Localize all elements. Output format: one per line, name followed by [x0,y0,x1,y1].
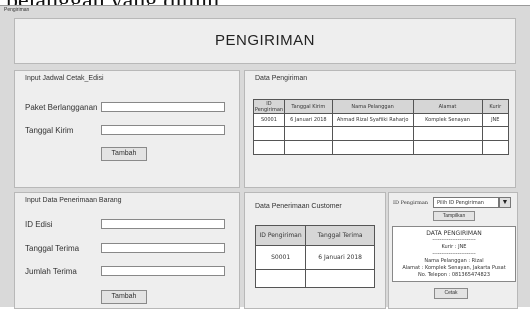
table-cell: Ahmad Rizal Syafiiki Raharjo [331,113,414,127]
receipt-input-panel: Input Data Penerimaan Barang ID Edisi Ta… [14,192,240,309]
table-cell [331,126,414,141]
table-row[interactable]: S0001 6 Januari 2018 [254,245,375,270]
chevron-down-icon[interactable]: ▼ [499,197,511,208]
quantity-label: Jumlah Terima [25,267,77,276]
table-cell [254,269,307,288]
show-button[interactable]: Tampilkan [433,211,475,221]
slip-courier: Kurir : JNE [441,244,467,250]
schedule-panel-title: Input Jadwal Cetak_Edisi [25,75,104,82]
column-header: Kurir [481,99,510,114]
table-cell [412,140,483,155]
package-input[interactable] [101,102,225,112]
table-row[interactable]: S0001 6 Januari 2018 Ahmad Rizal Syafiik… [253,113,510,127]
table-cell [412,126,483,141]
column-header: Tanggal Kirim [283,99,333,114]
table-cell [331,140,414,155]
quantity-input[interactable] [101,266,225,276]
customer-receipt-title: Data Penerimaan Customer [255,203,342,210]
table-cell: 6 Januari 2018 [305,245,375,270]
shipping-id-select[interactable]: Pilih ID Pengiriman [433,197,499,208]
edition-id-input[interactable] [101,219,225,229]
page-title: PENGIRIMAN [214,32,315,49]
shipping-data-title: Data Pengiriman [255,75,308,82]
table-row[interactable] [253,140,510,155]
add-receipt-button[interactable]: Tambah [101,290,147,304]
received-date-label: Tanggal Terima [25,244,80,253]
shipping-data-panel: Data Pengiriman ID Pengiriman Tanggal Ki… [244,70,516,188]
table-cell [253,140,285,155]
package-label: Paket Berlangganan [25,103,98,112]
header-panel: PENGIRIMAN [14,18,516,64]
column-header: ID Pengiriman [253,99,285,114]
table-cell [481,126,510,141]
table-row[interactable] [254,269,375,288]
send-date-input[interactable] [101,125,225,135]
select-value: Pilih ID Pengiriman [437,200,484,206]
table-cell [305,269,375,288]
schedule-input-panel: Input Jadwal Cetak_Edisi Paket Berlangga… [14,70,240,188]
table-cell: S0001 [254,245,307,270]
window-title: Pengiriman [4,7,30,13]
table-cell [481,140,510,155]
table-cell: 6 Januari 2018 [283,113,333,127]
column-header: Alamat [412,99,483,114]
add-schedule-button[interactable]: Tambah [101,147,147,161]
shipping-data-table: ID Pengiriman Tanggal Kirim Nama Pelangg… [253,99,510,155]
slip-separator: ------------------------ [432,251,476,257]
slip-address: Alamat : Komplek Senayan, Jakarta Pusat [402,265,506,271]
slip-phone: No. Telepon : 081365474823 [417,272,491,278]
table-cell [283,126,333,141]
customer-receipt-panel: Data Penerimaan Customer ID Pengiriman T… [244,192,386,309]
send-date-label: Tanggal Kirim [25,126,74,135]
shipping-id-label: ID Pengirman [393,200,429,206]
table-cell [253,126,285,141]
edition-id-label: ID Edisi [25,220,53,229]
slip-customer-name: Nama Pelanggan : Rizal [424,258,484,264]
customer-receipt-table: ID Pengiriman Tanggal Terima S0001 6 Jan… [254,225,375,288]
app-window: Pengiriman PENGIRIMAN Input Jadwal Cetak… [0,5,530,309]
slip-separator: ------------------------ [432,237,476,243]
column-header: Tanggal Terima [305,225,375,246]
table-cell: JNE [481,113,510,127]
table-cell [283,140,333,155]
received-date-input[interactable] [101,243,225,253]
print-button[interactable]: Cetak [434,288,468,299]
table-cell: S0001 [253,113,285,127]
column-header: Nama Pelanggan [331,99,414,114]
slip-title: DATA PENGIRIMAN [426,230,482,237]
receipt-panel-title: Input Data Penerimaan Barang [25,197,122,204]
column-header: ID Pengiriman [254,225,307,246]
table-row[interactable] [253,126,510,141]
table-cell: Komplek Senayan [412,113,483,127]
shipping-slip: DATA PENGIRIMAN ------------------------… [392,226,516,282]
